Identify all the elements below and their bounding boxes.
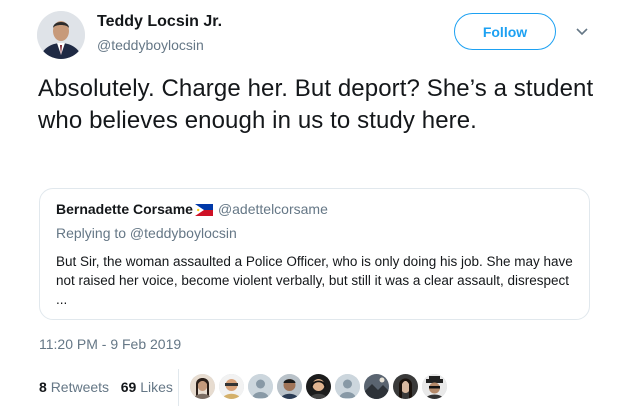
quoted-tweet-header: Bernadette Corsame @adettelcorsame — [56, 201, 328, 217]
liker-avatar[interactable] — [306, 374, 331, 399]
liker-avatar[interactable] — [422, 374, 447, 399]
philippine-flag-icon — [194, 203, 213, 216]
quoted-author-name: Bernadette Corsame — [56, 201, 193, 217]
likes-stat[interactable]: 69 Likes — [121, 379, 173, 395]
author-avatar[interactable] — [37, 11, 85, 59]
liker-avatar[interactable] — [364, 374, 389, 399]
stats-divider — [178, 369, 179, 406]
quoted-tweet-text: But Sir, the woman assaulted a Police Of… — [56, 254, 573, 307]
tweet-stats: 8 Retweets 69 Likes — [39, 379, 173, 395]
retweets-count: 8 — [39, 379, 47, 395]
likes-count: 69 — [120, 379, 137, 395]
quoted-tweet[interactable]: Bernadette Corsame @adettelcorsame Reply… — [39, 188, 590, 320]
likes-label: Likes — [140, 379, 173, 395]
replying-to: Replying to @teddyboylocsin — [56, 225, 237, 241]
retweets-stat[interactable]: 8 Retweets — [39, 379, 109, 395]
author-name[interactable]: Teddy Locsin Jr. — [97, 13, 222, 31]
liker-avatar[interactable] — [277, 374, 302, 399]
chevron-down-icon[interactable] — [575, 26, 589, 38]
liker-avatar[interactable] — [190, 374, 215, 399]
tweet-text: Absolutely. Charge her. But deport? She’… — [38, 75, 594, 134]
default-avatar-icon[interactable] — [248, 374, 273, 399]
default-avatar-icon[interactable] — [335, 374, 360, 399]
quoted-author-handle: @adettelcorsame — [217, 201, 328, 217]
tweet-timestamp[interactable]: 11:20 PM - 9 Feb 2019 — [39, 336, 181, 352]
liker-avatar[interactable] — [393, 374, 418, 399]
retweets-label: Retweets — [50, 379, 110, 395]
liker-avatars — [190, 374, 451, 400]
follow-button[interactable]: Follow — [454, 13, 556, 50]
author-handle[interactable]: @teddyboylocsin — [97, 37, 204, 53]
liker-avatar[interactable] — [219, 374, 244, 399]
